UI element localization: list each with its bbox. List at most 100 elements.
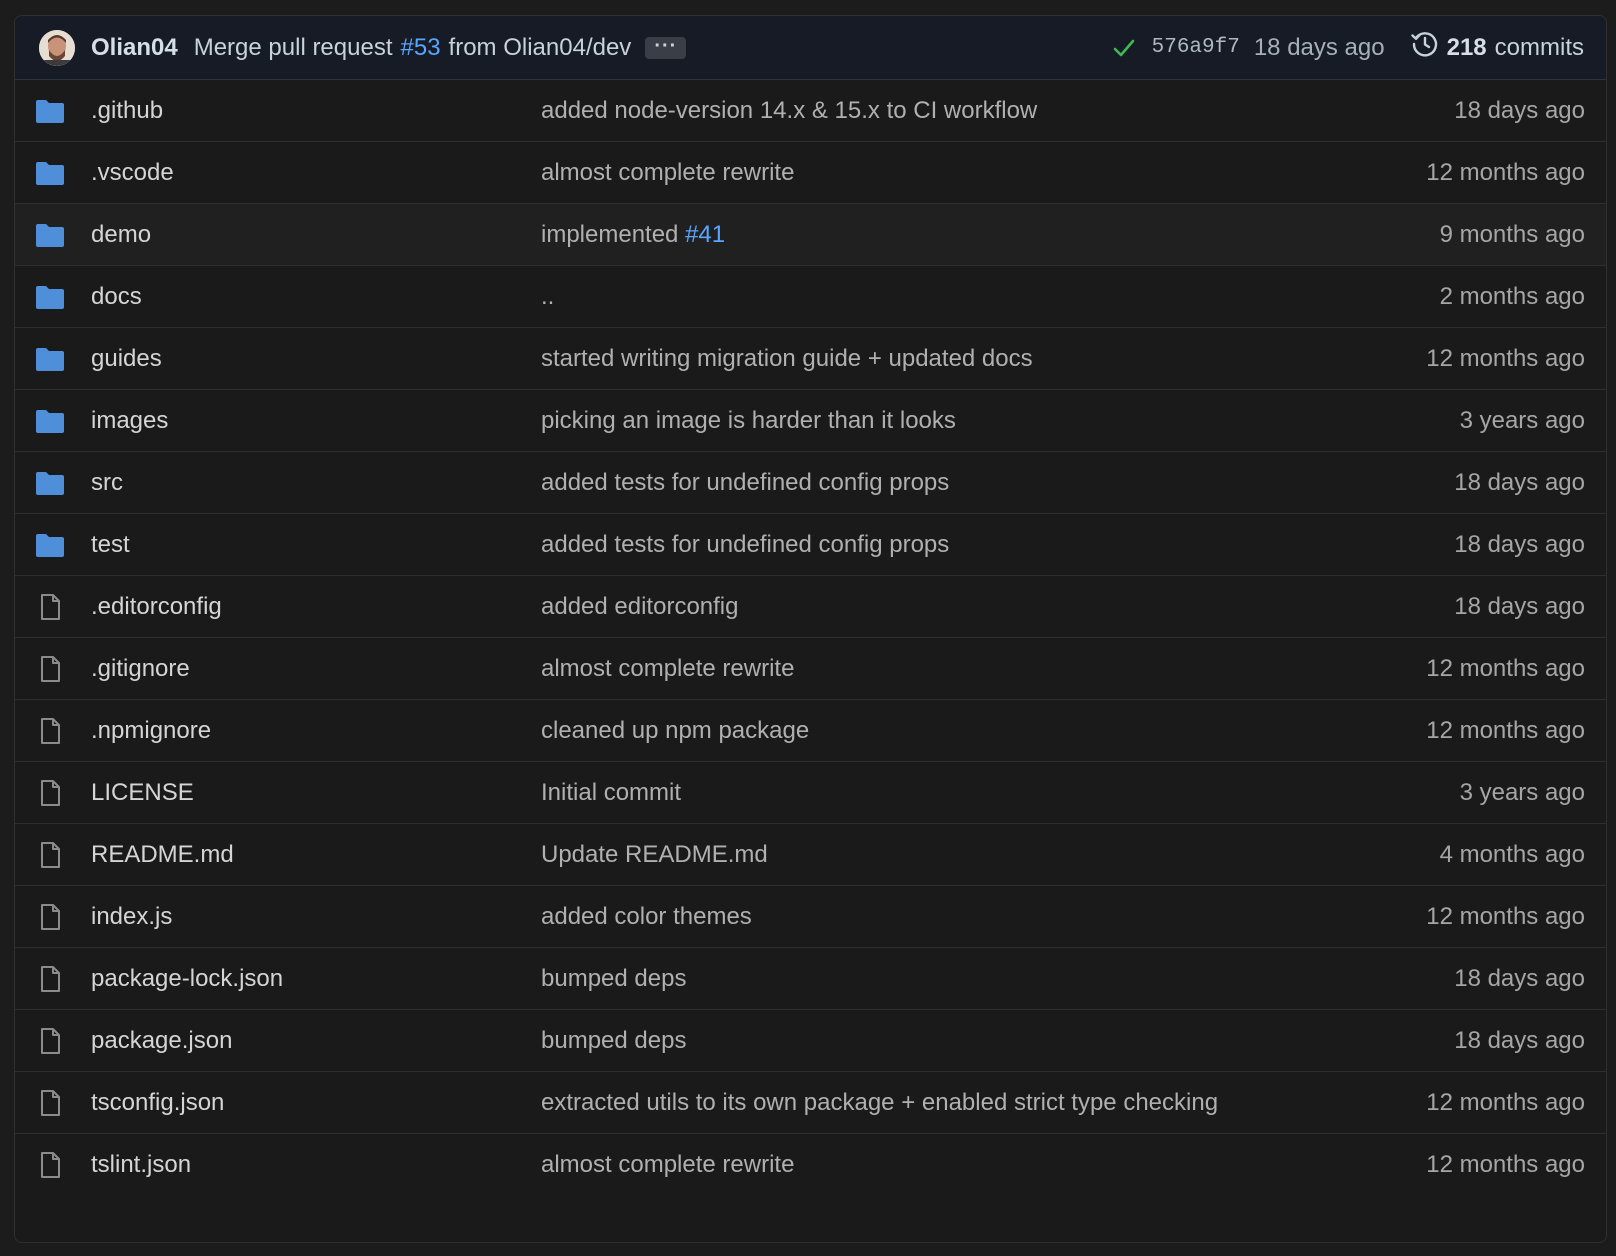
avatar[interactable] — [39, 29, 75, 66]
commit-message-text[interactable]: added node-version 14.x & 15.x to CI wor… — [541, 97, 1037, 124]
file-name-link[interactable]: tslint.json — [91, 1151, 541, 1179]
commit-age: 12 months ago — [1426, 716, 1585, 744]
latest-commit-bar: Olian04 Merge pull request #53 from Olia… — [15, 16, 1606, 80]
commit-message-link[interactable]: almost complete rewrite — [541, 159, 1426, 187]
file-row[interactable]: .vscode almost complete rewrite 12 months … — [15, 142, 1606, 204]
file-row[interactable]: tslint.json almost complete rewrite 12 mon… — [15, 1134, 1606, 1196]
commit-message-text[interactable]: cleaned up npm package — [541, 717, 809, 744]
commits-link[interactable]: 218 commits — [1410, 30, 1584, 65]
commit-message-suffix[interactable]: from Olian04/dev — [449, 34, 632, 62]
commit-message-link[interactable]: extracted utils to its own package + ena… — [541, 1089, 1426, 1117]
check-icon[interactable] — [1112, 36, 1136, 60]
commit-message-text[interactable]: started writing migration guide + update… — [541, 345, 1033, 372]
folder-icon — [35, 160, 65, 186]
commit-message-link[interactable]: added color themes — [541, 903, 1426, 931]
commit-message-link[interactable]: added editorconfig — [541, 593, 1454, 621]
file-row[interactable]: guides started writing migration guide + … — [15, 328, 1606, 390]
file-icon — [35, 1151, 65, 1179]
file-row[interactable]: docs.. 2 months ago — [15, 266, 1606, 328]
commit-message-link[interactable]: almost complete rewrite — [541, 655, 1426, 683]
commit-age: 18 days ago — [1454, 96, 1585, 124]
commit-message-text[interactable]: picking an image is harder than it looks — [541, 407, 956, 434]
commit-age: 18 days ago — [1454, 1026, 1585, 1054]
commit-message-text[interactable]: bumped deps — [541, 1027, 686, 1054]
commit-author[interactable]: Olian04 — [91, 34, 178, 62]
commit-message-text[interactable]: almost complete rewrite — [541, 655, 794, 682]
file-name-link[interactable]: demo — [91, 221, 541, 249]
file-row[interactable]: images picking an image is harder than it… — [15, 390, 1606, 452]
file-name-link[interactable]: test — [91, 531, 541, 559]
file-row[interactable]: index.js added color themes 12 months ago — [15, 886, 1606, 948]
commit-age: 12 months ago — [1426, 654, 1585, 682]
commit-message-text[interactable]: added tests for undefined config props — [541, 469, 949, 496]
file-name-link[interactable]: .vscode — [91, 159, 541, 187]
commit-message-text[interactable]: extracted utils to its own package + ena… — [541, 1089, 1218, 1116]
commit-message-link[interactable]: picking an image is harder than it looks — [541, 407, 1460, 435]
file-row[interactable]: README.md Update README.md 4 months ago — [15, 824, 1606, 886]
file-icon — [35, 593, 65, 621]
issue-link[interactable]: #41 — [685, 221, 725, 248]
commit-age: 12 months ago — [1426, 158, 1585, 186]
file-row[interactable]: .editorconfig added editorconfig 18 days a… — [15, 576, 1606, 638]
commit-message-link[interactable]: .. — [541, 283, 1440, 311]
folder-icon — [35, 98, 65, 124]
commit-message-text[interactable]: almost complete rewrite — [541, 1151, 794, 1178]
expand-message-button[interactable]: ··· — [645, 36, 687, 59]
file-row[interactable]: .gitignore almost complete rewrite 12 mont… — [15, 638, 1606, 700]
file-name-link[interactable]: .npmignore — [91, 717, 541, 745]
file-row[interactable]: tsconfig.json extracted utils to its own … — [15, 1072, 1606, 1134]
file-row[interactable]: package.json bumped deps 18 days ago — [15, 1010, 1606, 1072]
commit-sha[interactable]: 576a9f7 — [1152, 36, 1240, 59]
commit-message-text[interactable]: .. — [541, 283, 554, 310]
file-row[interactable]: package-lock.json bumped deps 18 days ago — [15, 948, 1606, 1010]
folder-icon — [35, 284, 65, 310]
commit-message-link[interactable]: Initial commit — [541, 779, 1460, 807]
file-row[interactable]: demo implemented #41 9 months ago — [15, 204, 1606, 266]
file-row[interactable]: .npmignore cleaned up npm package 12 month… — [15, 700, 1606, 762]
commit-age: 3 years ago — [1459, 406, 1585, 434]
commit-message-link[interactable]: started writing migration guide + update… — [541, 345, 1426, 373]
file-name-link[interactable]: images — [91, 407, 541, 435]
file-name-link[interactable]: src — [91, 469, 541, 497]
file-row[interactable]: LICENSE Initial commit 3 years ago — [15, 762, 1606, 824]
file-name-link[interactable]: index.js — [91, 903, 541, 931]
commit-message-text[interactable]: Initial commit — [541, 779, 681, 806]
file-icon — [35, 841, 65, 869]
file-name-link[interactable]: .editorconfig — [91, 593, 541, 621]
commit-message-text[interactable]: added editorconfig — [541, 593, 738, 620]
file-icon — [35, 655, 65, 683]
commit-message-link[interactable]: implemented #41 — [541, 221, 1440, 249]
file-row[interactable]: .github added node-version 14.x & 15.x to… — [15, 80, 1606, 142]
pr-link[interactable]: #53 — [401, 34, 441, 62]
file-name-link[interactable]: docs — [91, 283, 541, 311]
commit-age: 18 days ago — [1454, 530, 1585, 558]
file-name-link[interactable]: README.md — [91, 841, 541, 869]
commit-message-text[interactable]: added color themes — [541, 903, 752, 930]
commit-message-link[interactable]: Update README.md — [541, 841, 1440, 869]
file-icon — [35, 965, 65, 993]
file-name-link[interactable]: package.json — [91, 1027, 541, 1055]
commit-message-link[interactable]: bumped deps — [541, 965, 1454, 993]
commit-message-text[interactable]: implemented — [541, 221, 678, 248]
commit-message-text[interactable]: Update README.md — [541, 841, 768, 868]
commit-message-link[interactable]: almost complete rewrite — [541, 1151, 1426, 1179]
commit-message-link[interactable]: added tests for undefined config props — [541, 469, 1454, 497]
commit-message-text[interactable]: bumped deps — [541, 965, 686, 992]
file-name-link[interactable]: guides — [91, 345, 541, 373]
file-row[interactable]: src added tests for undefined config prop… — [15, 452, 1606, 514]
commit-message-link[interactable]: added tests for undefined config props — [541, 531, 1454, 559]
commit-message-text[interactable]: almost complete rewrite — [541, 159, 794, 186]
commit-message-link[interactable]: bumped deps — [541, 1027, 1454, 1055]
commit-message-link[interactable]: cleaned up npm package — [541, 717, 1426, 745]
file-row[interactable]: test added tests for undefined config pro… — [15, 514, 1606, 576]
file-name-link[interactable]: tsconfig.json — [91, 1089, 541, 1117]
commit-message-link[interactable]: added node-version 14.x & 15.x to CI wor… — [541, 97, 1454, 125]
history-icon — [1410, 30, 1439, 65]
file-name-link[interactable]: .github — [91, 97, 541, 125]
file-name-link[interactable]: .gitignore — [91, 655, 541, 683]
folder-icon — [35, 222, 65, 248]
commit-message-prefix[interactable]: Merge pull request — [194, 34, 393, 62]
file-name-link[interactable]: package-lock.json — [91, 965, 541, 993]
commit-message-text[interactable]: added tests for undefined config props — [541, 531, 949, 558]
file-name-link[interactable]: LICENSE — [91, 779, 541, 807]
